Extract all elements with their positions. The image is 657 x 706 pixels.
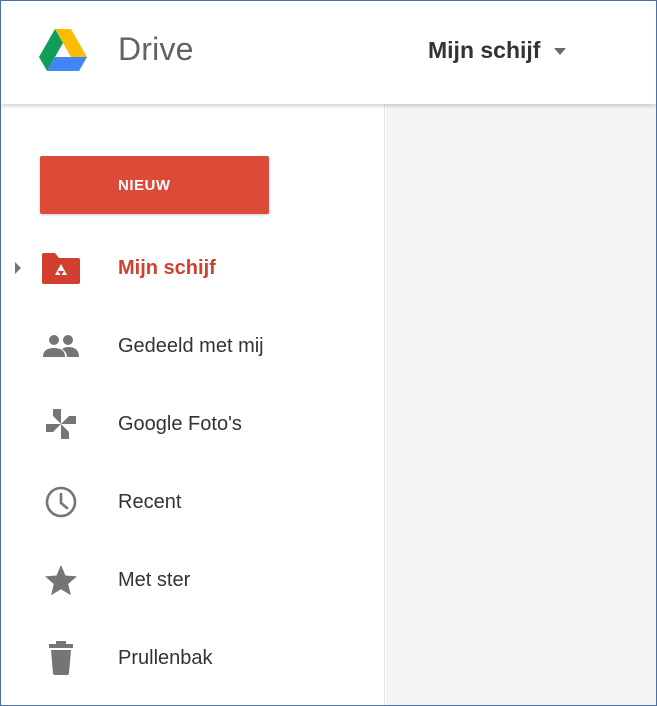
- location-label: Mijn schijf: [428, 37, 541, 63]
- sidebar-item-recent[interactable]: Recent: [1, 470, 385, 534]
- sidebar-item-trash[interactable]: Prullenbak: [1, 626, 385, 690]
- sidebar-item-label: Gedeeld met mij: [118, 334, 264, 357]
- caret-down-icon: [554, 47, 567, 55]
- my-drive-folder-icon: [39, 246, 83, 290]
- google-photos-icon: [39, 402, 83, 446]
- clock-icon: [39, 480, 83, 524]
- sidebar-item-google-photos[interactable]: Google Foto's: [1, 392, 385, 456]
- sidebar-item-starred[interactable]: Met ster: [1, 548, 385, 612]
- star-icon: [39, 558, 83, 602]
- sidebar-item-label: Prullenbak: [118, 646, 213, 669]
- people-icon: [39, 324, 83, 368]
- sidebar: NIEUW Mijn schijf Gedeeld met mij Google…: [1, 104, 385, 705]
- sidebar-item-label: Recent: [118, 490, 182, 513]
- sidebar-item-my-drive[interactable]: Mijn schijf: [1, 236, 385, 300]
- app-title: Drive: [118, 31, 194, 67]
- sidebar-item-label: Google Foto's: [118, 412, 242, 435]
- drive-window: Drive Mijn schijf NIEUW Mijn schijf Gede…: [0, 0, 657, 706]
- top-bar: Drive Mijn schijf: [1, 1, 656, 104]
- location-dropdown[interactable]: Mijn schijf: [428, 37, 567, 64]
- google-drive-logo-icon[interactable]: [39, 29, 87, 71]
- new-button[interactable]: NIEUW: [40, 156, 269, 214]
- sidebar-item-shared-with-me[interactable]: Gedeeld met mij: [1, 314, 385, 378]
- trash-icon: [39, 636, 83, 680]
- expand-arrow-icon[interactable]: [14, 261, 22, 275]
- file-list-area[interactable]: [386, 104, 656, 705]
- sidebar-item-label: Met ster: [118, 568, 191, 591]
- sidebar-item-label: Mijn schijf: [118, 256, 216, 279]
